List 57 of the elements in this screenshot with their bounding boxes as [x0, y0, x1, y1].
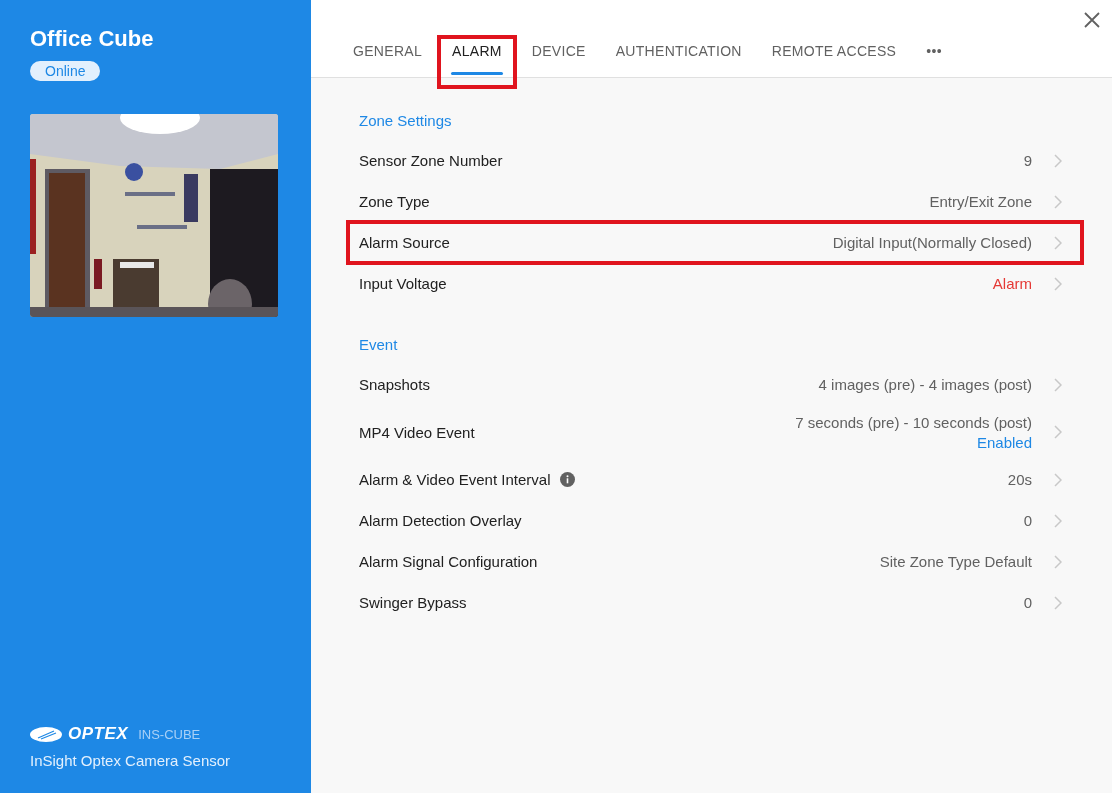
- tab[interactable]: REMOTE ACCESS: [756, 35, 912, 89]
- info-icon[interactable]: [560, 472, 576, 487]
- settings-row[interactable]: Input Voltage Alarm: [348, 263, 1082, 304]
- chevron-icon: [1054, 472, 1062, 487]
- chevron-icon: [1054, 194, 1062, 209]
- device-name: Office Cube: [30, 26, 155, 52]
- logo-icon: [30, 726, 62, 742]
- close-icon[interactable]: [1082, 10, 1102, 30]
- brand-name: OPTEX: [68, 724, 129, 744]
- setting-label: Swinger Bypass: [359, 594, 467, 611]
- setting-label: Alarm Signal Configuration: [359, 553, 538, 570]
- setting-value: Site Zone Type Default: [879, 553, 1032, 570]
- chevron-icon: [1054, 276, 1062, 291]
- section-title: Zone Settings: [358, 111, 453, 131]
- setting-label: MP4 Video Event: [359, 423, 475, 441]
- chevron-icon: [1054, 554, 1062, 569]
- setting-label: Input Voltage: [359, 275, 447, 292]
- tab[interactable]: DEVICE: [516, 35, 601, 89]
- section-title: Event: [358, 335, 399, 355]
- settings-row[interactable]: Alarm Source Digital Input(Normally Closed): [348, 222, 1082, 263]
- setting-value: Entry/Exit Zone: [929, 193, 1032, 210]
- setting-value: 20s: [1007, 471, 1032, 488]
- status-badge: Online: [30, 61, 101, 81]
- setting-status: Enabled: [976, 433, 1032, 451]
- setting-value: Digital Input(Normally Closed): [832, 234, 1032, 251]
- settings-row[interactable]: Zone Type Entry/Exit Zone: [348, 181, 1082, 222]
- setting-label: Sensor Zone Number: [359, 152, 503, 169]
- settings-row[interactable]: Sensor Zone Number 9: [348, 140, 1082, 181]
- chevron-icon: [1054, 595, 1062, 610]
- settings-row[interactable]: Alarm Detection Overlay 0: [348, 500, 1082, 541]
- model-name: INS-CUBE: [138, 726, 201, 742]
- tab[interactable]: GENERAL: [338, 35, 437, 89]
- chevron-icon: [1054, 425, 1062, 439]
- settings-row[interactable]: Alarm Signal Configuration Site Zone Type Default: [348, 541, 1082, 582]
- chevron-icon: [1054, 153, 1062, 168]
- chevron-icon: [1054, 513, 1062, 528]
- chevron-icon: [1054, 377, 1062, 392]
- tab[interactable]: •••: [911, 35, 957, 89]
- setting-label: Alarm Detection Overlay: [359, 512, 522, 529]
- product-description: InSight Optex Camera Sensor: [30, 752, 232, 769]
- setting-value: 4 images (pre) - 4 images (post): [818, 376, 1032, 393]
- setting-label: Alarm Source: [359, 234, 450, 251]
- setting-label: Alarm & Video Event Interval: [359, 471, 551, 488]
- setting-value: 7 seconds (pre) - 10 seconds (post): [795, 413, 1032, 431]
- chevron-icon: [1054, 235, 1062, 250]
- setting-value: 9: [1023, 152, 1032, 169]
- tab[interactable]: ALARM: [437, 35, 517, 89]
- setting-label: Snapshots: [359, 376, 430, 393]
- setting-value: Alarm: [992, 275, 1032, 292]
- settings-row[interactable]: Swinger Bypass 0: [348, 582, 1082, 623]
- setting-value: 0: [1023, 594, 1032, 611]
- settings-row[interactable]: Snapshots 4 images (pre) - 4 images (post): [348, 364, 1082, 405]
- setting-label: Zone Type: [359, 193, 430, 210]
- settings-row[interactable]: Alarm & Video Event Interval 20s: [348, 459, 1082, 500]
- setting-value: 0: [1023, 512, 1032, 529]
- tab[interactable]: AUTHENTICATION: [600, 35, 757, 89]
- settings-row[interactable]: MP4 Video Event 7 seconds (pre) - 10 seconds (post) Enabled: [348, 405, 1082, 459]
